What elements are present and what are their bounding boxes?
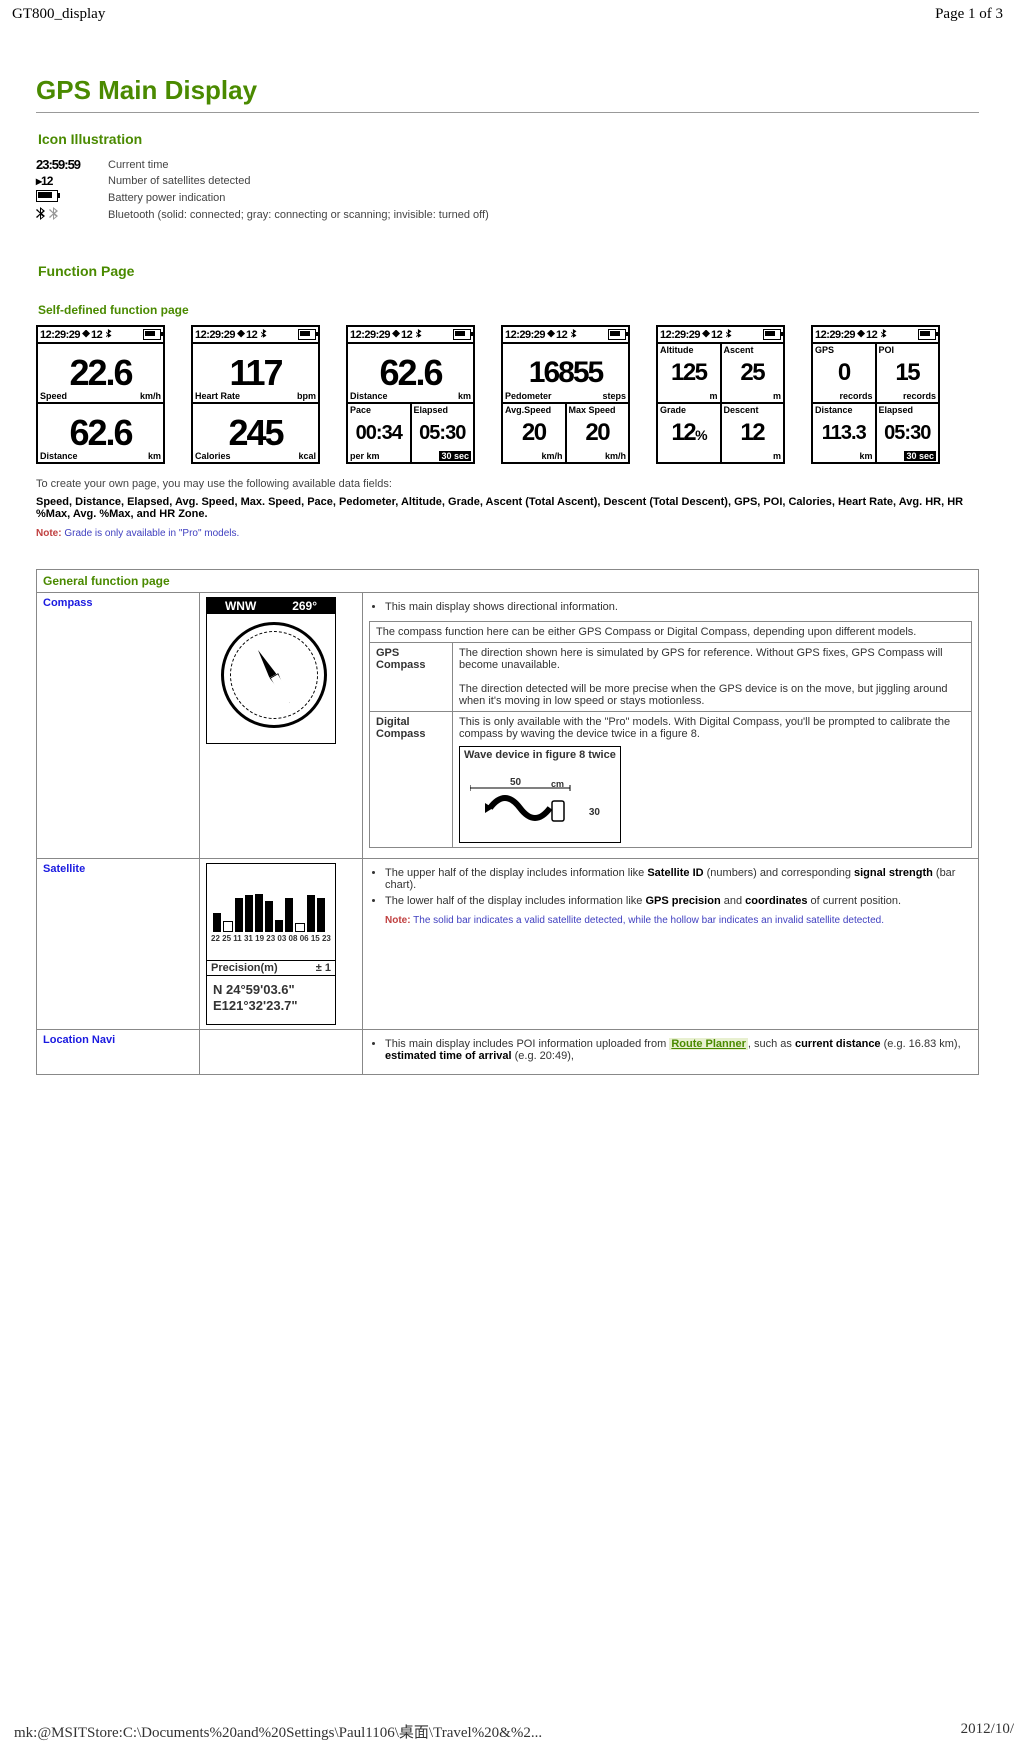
screen-speed-distance: 12:29:2912 22.6Speedkm/h 62.6Distancekm	[36, 325, 165, 464]
cell-speed: 22.6Speedkm/h	[38, 344, 163, 402]
page-title: GPS Main Display	[36, 75, 979, 106]
row-satellite: Satellite 2225113119230308061523 Precisi…	[37, 859, 979, 1030]
icon-label: Current time	[108, 159, 169, 171]
bluetooth-icon	[36, 207, 108, 223]
cell-distance: 62.6Distancekm	[38, 402, 163, 462]
icon-label: Battery power indication	[108, 192, 225, 204]
compass-desc: This main display shows directional info…	[363, 593, 979, 859]
screen-altitude: 12:29:2912 Altitude125m Ascent25m Grade1…	[656, 325, 785, 464]
func-heading: Function Page	[38, 263, 979, 279]
page-footer: mk:@MSITStore:C:\Documents%20and%20Setti…	[0, 1715, 1015, 1748]
icon-label: Bluetooth (solid: connected; gray: conne…	[108, 209, 489, 221]
screen-pedometer: 12:29:2912 16855Pedometersteps Avg.Speed…	[501, 325, 630, 464]
row-label: Location Navi	[37, 1030, 200, 1075]
screen-dist-pace: 12:29:2912 62.6Distancekm Pace00:34per k…	[346, 325, 475, 464]
signal-bars-icon	[213, 870, 329, 932]
page-header: GT800_display Page 1 of 3	[0, 0, 1015, 29]
screen-hr-cal: 12:29:2912 117Heart Ratebpm 245Caloriesk…	[191, 325, 320, 464]
battery-icon	[36, 190, 108, 205]
header-right: Page 1 of 3	[935, 6, 1003, 23]
icon-row-bluetooth: Bluetooth (solid: connected; gray: conne…	[36, 207, 979, 223]
location-image	[200, 1030, 363, 1075]
footer-right: 2012/10/13	[961, 1721, 1015, 1742]
row-compass: Compass WNW269° This main display shows …	[37, 593, 979, 859]
location-desc: This main display includes POI informati…	[363, 1030, 979, 1075]
satellite-desc: The upper half of the display includes i…	[363, 859, 979, 1030]
selfdef-heading: Self-defined function page	[38, 303, 979, 317]
row-location: Location Navi This main display includes…	[37, 1030, 979, 1075]
wave-figure8-image: Wave device in figure 8 twice 50 30 cm	[459, 746, 621, 843]
row-label: Satellite	[37, 859, 200, 1030]
general-heading: General function page	[37, 570, 979, 593]
clock-icon: 23:59:59	[36, 157, 108, 172]
row-label: Compass	[37, 593, 200, 859]
fields-intro: To create your own page, you may use the…	[36, 478, 979, 490]
header-left: GT800_display	[12, 6, 105, 23]
icon-row-sat: ▸12 Number of satellites detected	[36, 174, 979, 188]
route-planner-link[interactable]: Route Planner	[669, 1038, 748, 1050]
icon-heading: Icon Illustration	[38, 131, 979, 147]
status-bar: 12:29:2912	[38, 327, 163, 344]
general-table: General function page Compass WNW269° Th…	[36, 569, 979, 1075]
satellite-icon: ▸12	[36, 174, 108, 188]
icon-row-battery: Battery power indication	[36, 190, 979, 205]
satellite-image: 2225113119230308061523 Precision(m)± 1 N…	[200, 859, 363, 1030]
icon-row-time: 23:59:59 Current time	[36, 157, 979, 172]
screens-row: 12:29:2912 22.6Speedkm/h 62.6Distancekm …	[36, 325, 979, 464]
footer-left: mk:@MSITStore:C:\Documents%20and%20Setti…	[14, 1721, 542, 1742]
note-grade: Note: Grade is only available in "Pro" m…	[36, 528, 979, 539]
fields-list: Speed, Distance, Elapsed, Avg. Speed, Ma…	[36, 496, 979, 520]
divider	[36, 112, 979, 113]
compass-image: WNW269°	[200, 593, 363, 859]
icon-label: Number of satellites detected	[108, 175, 250, 187]
screen-gps-poi: 12:29:2912 GPS0records POI15records Dist…	[811, 325, 940, 464]
